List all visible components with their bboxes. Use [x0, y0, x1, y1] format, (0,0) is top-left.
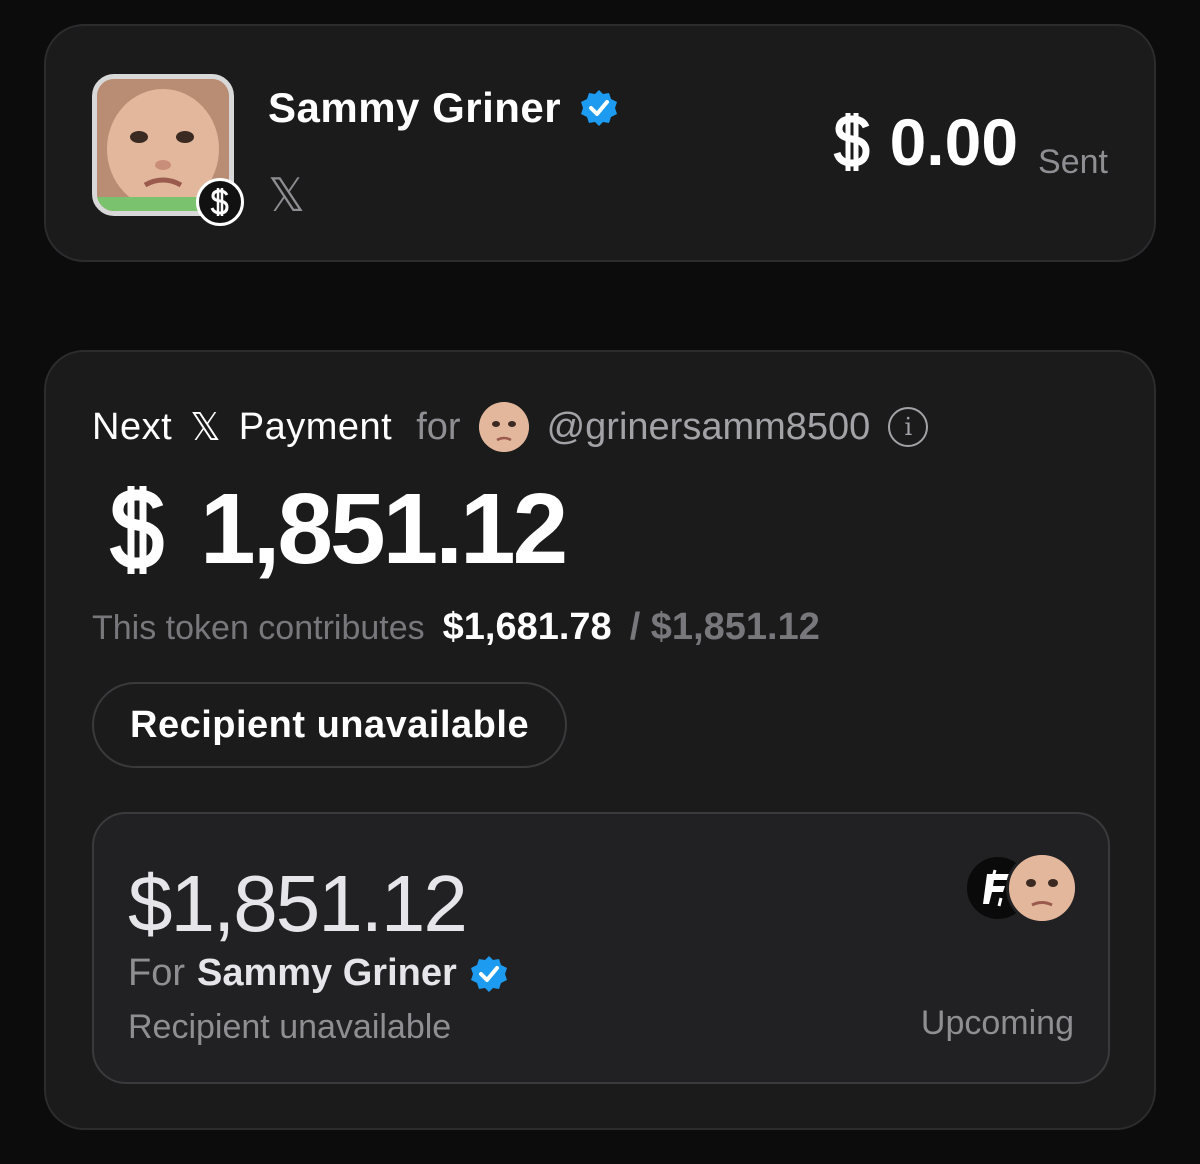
- next-payment-prefix: Next: [92, 405, 173, 448]
- for-label: for: [416, 405, 461, 448]
- upcoming-payment-card[interactable]: $1,851.12 For Sammy Griner Recipient una…: [92, 812, 1110, 1084]
- contribution-total: / $1,851.12: [629, 606, 820, 648]
- contribution-label: This token contributes: [92, 609, 425, 647]
- recipient-avatar: [1006, 852, 1078, 924]
- profile-name[interactable]: Sammy Griner: [268, 84, 561, 132]
- avatar-stack: [964, 852, 1078, 926]
- contribution-row: This token contributes $1,681.78 / $1,85…: [92, 606, 820, 649]
- recipient-handle-link[interactable]: @grinersamm8500: [547, 406, 871, 449]
- contribution-value: $1,681.78: [442, 606, 612, 648]
- info-icon[interactable]: i: [888, 407, 929, 447]
- upcoming-state-label: Upcoming: [920, 1004, 1074, 1042]
- upcoming-recipient-row: For Sammy Griner: [128, 952, 509, 995]
- cashtag-dollar-icon: [109, 485, 164, 574]
- upcoming-status: Recipient unavailable: [128, 1008, 452, 1046]
- verified-badge-icon: [470, 955, 507, 992]
- sent-summary: 0.00 Sent: [828, 104, 1108, 182]
- next-payment-header: Next 𝕏 Payment for @grinersamm8500 i: [92, 402, 929, 452]
- upcoming-recipient-name[interactable]: Sammy Griner: [197, 952, 457, 995]
- upcoming-for-label: For: [128, 952, 185, 994]
- payment-card: Next 𝕏 Payment for @grinersamm8500 i 1,8…: [44, 350, 1156, 1130]
- cashtag-dollar-icon: [833, 113, 870, 171]
- sent-amount-group: 0.00: [828, 104, 1018, 180]
- recipient-status-button[interactable]: Recipient unavailable: [92, 682, 568, 768]
- profile-card: Sammy Griner 𝕏 0.00 Sent: [44, 24, 1156, 262]
- cashtag-coin-icon: [196, 178, 244, 226]
- sent-label: Sent: [1038, 143, 1108, 181]
- verified-badge-icon: [581, 90, 618, 126]
- upcoming-amount: $1,851.12: [128, 859, 468, 948]
- handle-avatar: [478, 402, 529, 452]
- payment-amount: 1,851.12: [200, 473, 568, 585]
- x-logo-icon: 𝕏: [190, 406, 221, 449]
- sent-amount: 0.00: [889, 105, 1019, 179]
- profile-avatar-wrap[interactable]: [92, 74, 244, 226]
- next-payment-suffix: Payment: [238, 405, 393, 448]
- payment-amount-row: 1,851.12: [102, 472, 568, 587]
- x-logo-icon[interactable]: 𝕏: [268, 172, 305, 218]
- profile-name-row: Sammy Griner: [268, 84, 619, 132]
